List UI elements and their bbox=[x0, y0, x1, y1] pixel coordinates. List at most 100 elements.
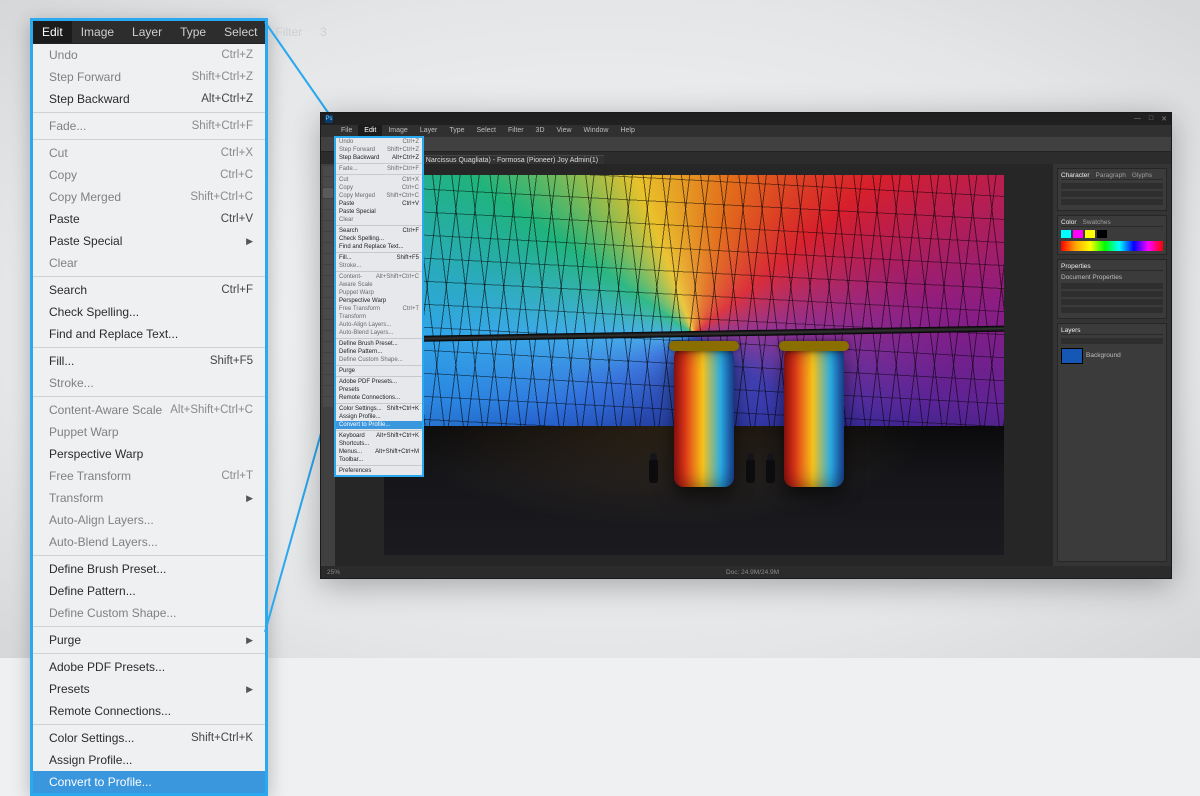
menu-item-assign-profile[interactable]: Assign Profile... bbox=[33, 749, 265, 771]
menu-item-purge[interactable]: Purge bbox=[336, 367, 422, 375]
menu-item-remote-connections[interactable]: Remote Connections... bbox=[336, 394, 422, 402]
menubar-item-3[interactable]: 3 bbox=[311, 21, 336, 43]
tool-icon[interactable] bbox=[323, 276, 333, 286]
menu-item-define-pattern[interactable]: Define Pattern... bbox=[33, 580, 265, 602]
menu-item-color-settings[interactable]: Color Settings...Shift+Ctrl+K bbox=[336, 405, 422, 413]
panel-tab[interactable]: Properties bbox=[1061, 263, 1091, 270]
menubar-item-filter[interactable]: Filter bbox=[502, 125, 530, 137]
close-icon[interactable]: ✕ bbox=[1161, 115, 1167, 123]
panel-tab[interactable]: Paragraph bbox=[1096, 172, 1126, 179]
tool-icon[interactable] bbox=[323, 298, 333, 308]
menu-item-content-aware-scale: Content-Aware ScaleAlt+Shift+Ctrl+C bbox=[33, 399, 265, 421]
zoom-level[interactable]: 25% bbox=[327, 569, 340, 576]
layers-panel[interactable]: Layers Background bbox=[1057, 323, 1167, 562]
menu-item-transform: Transform▶ bbox=[33, 487, 265, 509]
menu-item-cut: CutCtrl+X bbox=[33, 142, 265, 164]
tool-icon[interactable] bbox=[323, 309, 333, 319]
menubar-item-edit[interactable]: Edit bbox=[33, 21, 72, 43]
tool-icon[interactable] bbox=[323, 254, 333, 264]
menubar-item-window[interactable]: Window bbox=[578, 125, 615, 137]
menu-item-step-backward[interactable]: Step BackwardAlt+Ctrl+Z bbox=[33, 88, 265, 110]
menu-item-toolbar[interactable]: Toolbar... bbox=[336, 456, 422, 464]
menu-item-puppet-warp: Puppet Warp bbox=[33, 421, 265, 443]
menu-item-paste-special[interactable]: Paste Special bbox=[336, 208, 422, 216]
tool-icon[interactable] bbox=[323, 375, 333, 385]
menubar-item-3d[interactable]: 3D bbox=[530, 125, 551, 137]
menubar-item-select[interactable]: Select bbox=[215, 21, 266, 43]
tool-icon[interactable] bbox=[323, 243, 333, 253]
menu-item-remote-connections[interactable]: Remote Connections... bbox=[33, 700, 265, 722]
menu-item-paste-special[interactable]: Paste Special▶ bbox=[33, 230, 265, 252]
menu-item-paste[interactable]: PasteCtrl+V bbox=[33, 208, 265, 230]
tool-icon[interactable] bbox=[323, 177, 333, 187]
panel-tab[interactable]: Swatches bbox=[1083, 219, 1111, 226]
menu-item-convert-to-profile[interactable]: Convert to Profile... bbox=[336, 421, 422, 429]
menu-item-step-backward[interactable]: Step BackwardAlt+Ctrl+Z bbox=[336, 154, 422, 162]
menu-item-perspective-warp[interactable]: Perspective Warp bbox=[33, 443, 265, 465]
menubar-item-type[interactable]: Type bbox=[443, 125, 470, 137]
tool-icon[interactable] bbox=[323, 287, 333, 297]
menubar-item-help[interactable]: Help bbox=[614, 125, 640, 137]
menubar-item-filter[interactable]: Filter bbox=[266, 21, 311, 43]
tool-icon[interactable] bbox=[323, 265, 333, 275]
menu-item-assign-profile[interactable]: Assign Profile... bbox=[336, 413, 422, 421]
character-panel[interactable]: Character Paragraph Glyphs bbox=[1057, 168, 1167, 211]
tool-icon[interactable] bbox=[323, 210, 333, 220]
menubar-item-select[interactable]: Select bbox=[471, 125, 502, 137]
document-canvas[interactable] bbox=[384, 175, 1004, 555]
menu-item-find-and-replace-text[interactable]: Find and Replace Text... bbox=[336, 243, 422, 251]
menu-item-define-pattern[interactable]: Define Pattern... bbox=[336, 348, 422, 356]
minimize-icon[interactable]: — bbox=[1134, 115, 1141, 123]
menu-item-fill[interactable]: Fill...Shift+F5 bbox=[33, 350, 265, 372]
menu-item-define-custom-shape: Define Custom Shape... bbox=[33, 602, 265, 624]
menu-item-check-spelling[interactable]: Check Spelling... bbox=[336, 235, 422, 243]
tool-icon[interactable] bbox=[323, 353, 333, 363]
panel-tab[interactable]: Layers bbox=[1061, 327, 1081, 334]
menu-item-adobe-pdf-presets[interactable]: Adobe PDF Presets... bbox=[336, 378, 422, 386]
menu-item-check-spelling[interactable]: Check Spelling... bbox=[33, 301, 265, 323]
menu-item-auto-blend-layers: Auto-Blend Layers... bbox=[33, 531, 265, 553]
menu-item-search[interactable]: SearchCtrl+F bbox=[336, 227, 422, 235]
tool-icon[interactable] bbox=[323, 342, 333, 352]
layer-thumbnail-icon[interactable] bbox=[1061, 348, 1083, 364]
menu-item-find-and-replace-text[interactable]: Find and Replace Text... bbox=[33, 323, 265, 345]
tool-icon[interactable] bbox=[323, 232, 333, 242]
properties-panel[interactable]: Properties Document Properties bbox=[1057, 259, 1167, 319]
menu-item-keyboard-shortcuts[interactable]: Keyboard Shortcuts...Alt+Shift+Ctrl+K bbox=[336, 432, 422, 448]
tool-icon[interactable] bbox=[323, 386, 333, 396]
maximize-icon[interactable]: □ bbox=[1149, 115, 1153, 123]
menu-item-paste[interactable]: PasteCtrl+V bbox=[336, 200, 422, 208]
color-ramp[interactable] bbox=[1061, 241, 1163, 251]
panel-tab[interactable]: Color bbox=[1061, 219, 1077, 226]
tool-icon[interactable] bbox=[323, 364, 333, 374]
menu-item-preferences[interactable]: Preferences bbox=[336, 467, 422, 475]
panel-tab[interactable]: Character bbox=[1061, 172, 1090, 179]
menu-item-menus[interactable]: Menus...Alt+Shift+Ctrl+M bbox=[336, 448, 422, 456]
menubar-item-view[interactable]: View bbox=[551, 125, 578, 137]
layer-name[interactable]: Background bbox=[1086, 352, 1121, 359]
menu-item-purge[interactable]: Purge▶ bbox=[33, 629, 265, 651]
tool-icon[interactable] bbox=[323, 397, 333, 407]
tool-icon[interactable] bbox=[323, 199, 333, 209]
menubar-item-layer[interactable]: Layer bbox=[123, 21, 171, 43]
menu-item-search[interactable]: SearchCtrl+F bbox=[33, 279, 265, 301]
menu-item-convert-to-profile[interactable]: Convert to Profile... bbox=[33, 771, 265, 793]
menu-item-perspective-warp[interactable]: Perspective Warp bbox=[336, 297, 422, 305]
menu-item-presets[interactable]: Presets bbox=[336, 386, 422, 394]
tool-icon[interactable] bbox=[323, 221, 333, 231]
menu-item-define-brush-preset[interactable]: Define Brush Preset... bbox=[33, 558, 265, 580]
menu-item-adobe-pdf-presets[interactable]: Adobe PDF Presets... bbox=[33, 656, 265, 678]
tool-icon[interactable] bbox=[323, 166, 333, 176]
menubar-item-type[interactable]: Type bbox=[171, 21, 215, 43]
menu-item-presets[interactable]: Presets▶ bbox=[33, 678, 265, 700]
tool-icon[interactable] bbox=[323, 188, 333, 198]
menu-item-define-brush-preset[interactable]: Define Brush Preset... bbox=[336, 340, 422, 348]
tool-icon[interactable] bbox=[323, 320, 333, 330]
tool-icon[interactable] bbox=[323, 331, 333, 341]
menu-item-fill[interactable]: Fill...Shift+F5 bbox=[336, 254, 422, 262]
image-content-pillar bbox=[674, 347, 734, 487]
panel-tab[interactable]: Glyphs bbox=[1132, 172, 1152, 179]
menu-item-color-settings[interactable]: Color Settings...Shift+Ctrl+K bbox=[33, 727, 265, 749]
menubar-item-image[interactable]: Image bbox=[72, 21, 123, 43]
color-panel[interactable]: Color Swatches bbox=[1057, 215, 1167, 255]
